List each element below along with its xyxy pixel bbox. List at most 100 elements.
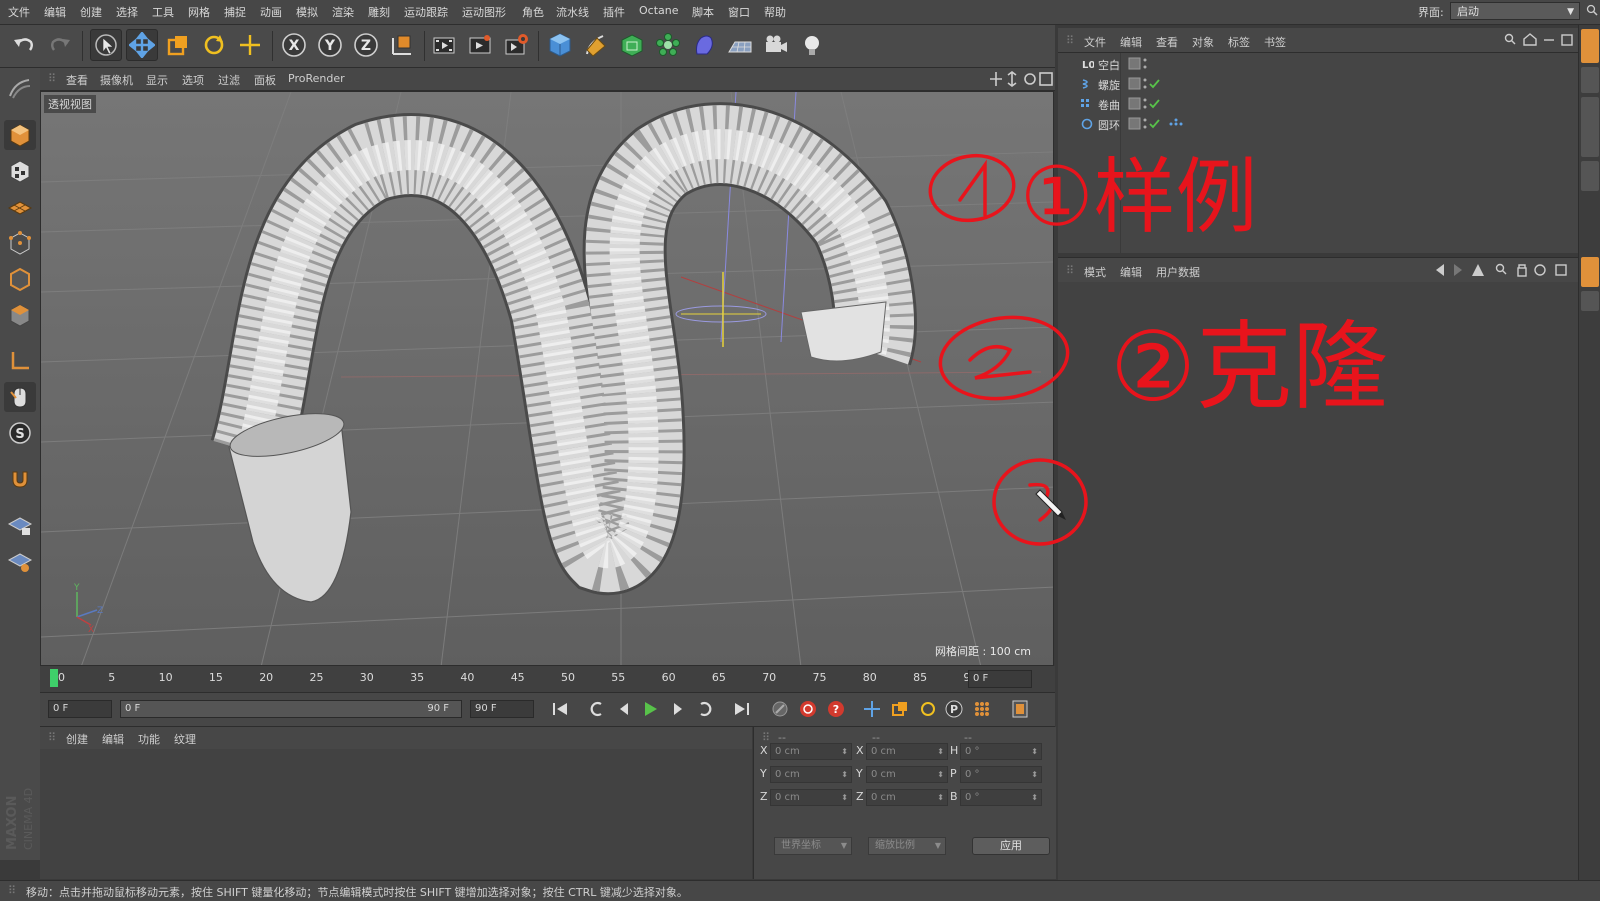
model-mode-icon[interactable] — [4, 120, 36, 150]
render-view-icon[interactable] — [428, 29, 460, 61]
apply-button[interactable]: 应用 — [972, 837, 1050, 855]
perspective-viewport[interactable]: Y Z X 透视视图 网格间距 : 100 cm — [40, 91, 1054, 666]
texture-mode-icon[interactable] — [4, 156, 36, 186]
key-pla-icon[interactable] — [970, 698, 994, 720]
om-menu-file[interactable]: 文件 — [1084, 34, 1106, 50]
coord-value-field[interactable]: 0 cm ⬍ — [770, 789, 852, 806]
coord-value-field[interactable]: 0 ° ⬍ — [960, 743, 1042, 760]
camera-icon[interactable] — [760, 29, 792, 61]
subdivision-icon[interactable] — [616, 29, 648, 61]
make-editable-icon[interactable] — [4, 74, 36, 104]
am-header-icons[interactable] — [1434, 263, 1574, 277]
om-menu-tags[interactable]: 标签 — [1228, 34, 1250, 50]
polygons-mode-icon[interactable] — [4, 300, 36, 330]
spinner-icon[interactable]: ⬍ — [1031, 790, 1038, 805]
render-picture-icon[interactable] — [464, 29, 496, 61]
tab-content-browser[interactable] — [1581, 97, 1599, 157]
deformer-icon[interactable] — [688, 29, 720, 61]
prev-frame-icon[interactable] — [612, 698, 636, 720]
timeline-layout-icon[interactable] — [1008, 698, 1032, 720]
workplane-icon[interactable] — [4, 192, 36, 222]
object-visibility-icon[interactable] — [1128, 57, 1168, 71]
menu-render[interactable]: 渲染 — [332, 4, 354, 20]
select-icon[interactable] — [90, 29, 122, 61]
om-menu-bookmarks[interactable]: 书签 — [1264, 34, 1286, 50]
tweak-mode-icon[interactable] — [4, 382, 36, 412]
planar-workplane-icon[interactable] — [4, 546, 36, 576]
material-menu-edit[interactable]: 编辑 — [102, 731, 124, 747]
material-list[interactable] — [40, 749, 752, 879]
rotate-icon[interactable] — [198, 29, 230, 61]
om-header-icons[interactable] — [1504, 33, 1576, 47]
points-mode-icon[interactable] — [4, 228, 36, 258]
menu-file[interactable]: 文件 — [8, 4, 30, 20]
material-menu-texture[interactable]: 纹理 — [174, 731, 196, 747]
menu-create[interactable]: 创建 — [80, 4, 102, 20]
menu-window[interactable]: 窗口 — [728, 4, 750, 20]
key-param-icon[interactable]: P — [942, 698, 966, 720]
object-visibility-icon[interactable] — [1128, 77, 1168, 91]
menu-animate[interactable]: 动画 — [260, 4, 282, 20]
coord-value-field[interactable]: 0 cm ⬍ — [866, 743, 948, 760]
om-menu-object[interactable]: 对象 — [1192, 34, 1214, 50]
prev-key-icon[interactable] — [584, 698, 608, 720]
om-menu-view[interactable]: 查看 — [1156, 34, 1178, 50]
coord-value-field[interactable]: 0 cm ⬍ — [866, 766, 948, 783]
keyframe-icon[interactable] — [768, 698, 792, 720]
start-frame-field[interactable]: 0 F — [48, 700, 112, 718]
spinner-icon[interactable]: ⬍ — [841, 767, 848, 782]
viewport-menu-prorender[interactable]: ProRender — [288, 72, 345, 85]
edges-mode-icon[interactable] — [4, 264, 36, 294]
spinner-icon[interactable]: ⬍ — [841, 744, 848, 759]
next-key-icon[interactable] — [694, 698, 718, 720]
coord-value-field[interactable]: 0 cm ⬍ — [770, 743, 852, 760]
record-icon[interactable] — [796, 698, 820, 720]
timeline-marker[interactable] — [50, 669, 58, 687]
locked-workplane-icon[interactable] — [4, 510, 36, 540]
viewport-menu-display[interactable]: 显示 — [146, 72, 168, 88]
tab-attributes[interactable] — [1581, 257, 1599, 287]
om-menu-edit[interactable]: 编辑 — [1120, 34, 1142, 50]
object-row[interactable]: 卷曲 — [1058, 94, 1578, 114]
preview-range-slider[interactable]: 0 F 90 F — [120, 700, 462, 718]
coord-system-icon[interactable] — [386, 29, 418, 61]
tag-icon[interactable] — [1168, 118, 1184, 130]
interface-select[interactable]: 启动 ▼ — [1450, 2, 1580, 20]
menu-tools[interactable]: 工具 — [152, 4, 174, 20]
end-frame-field[interactable]: 90 F — [470, 700, 534, 718]
object-visibility-icon[interactable] — [1128, 117, 1168, 131]
viewport-menu-options[interactable]: 选项 — [182, 72, 204, 88]
menu-motion-tracking[interactable]: 运动跟踪 — [404, 4, 448, 20]
viewport-menu-camera[interactable]: 摄像机 — [100, 72, 133, 88]
tab-layers[interactable] — [1581, 291, 1599, 311]
am-menu-mode[interactable]: 模式 — [1084, 264, 1106, 280]
spinner-icon[interactable]: ⬍ — [937, 767, 944, 782]
key-rotation-icon[interactable] — [916, 698, 940, 720]
search-icon[interactable] — [1586, 4, 1598, 16]
live-select-icon[interactable] — [234, 29, 266, 61]
redo-icon[interactable] — [44, 29, 76, 61]
spinner-icon[interactable]: ⬍ — [841, 790, 848, 805]
timeline-ruler[interactable]: 051015202530354045505560657075808590 0 F — [40, 666, 1055, 693]
spinner-icon[interactable]: ⬍ — [1031, 767, 1038, 782]
floor-icon[interactable] — [724, 29, 756, 61]
y-axis-icon[interactable]: Y — [314, 29, 346, 61]
undo-icon[interactable] — [8, 29, 40, 61]
menu-plugins[interactable]: 插件 — [603, 4, 625, 20]
am-menu-edit[interactable]: 编辑 — [1120, 264, 1142, 280]
material-menu-function[interactable]: 功能 — [138, 731, 160, 747]
material-menu-create[interactable]: 创建 — [66, 731, 88, 747]
cloner-icon[interactable] — [652, 29, 684, 61]
coord-mode-dropdown[interactable]: 世界坐标 ▼ — [774, 837, 852, 855]
menu-character[interactable]: 角色 — [522, 4, 544, 20]
tab-objects[interactable] — [1581, 29, 1599, 63]
menu-octane[interactable]: Octane — [639, 4, 679, 17]
coord-scale-dropdown[interactable]: 缩放比例 ▼ — [868, 837, 946, 855]
object-row[interactable]: 圆环 — [1058, 114, 1578, 134]
coord-value-field[interactable]: 0 cm ⬍ — [866, 789, 948, 806]
solo-icon[interactable]: S — [4, 418, 36, 448]
spinner-icon[interactable]: ⬍ — [1031, 744, 1038, 759]
coord-value-field[interactable]: 0 cm ⬍ — [770, 766, 852, 783]
menu-sculpt[interactable]: 雕刻 — [368, 4, 390, 20]
spinner-icon[interactable]: ⬍ — [937, 790, 944, 805]
